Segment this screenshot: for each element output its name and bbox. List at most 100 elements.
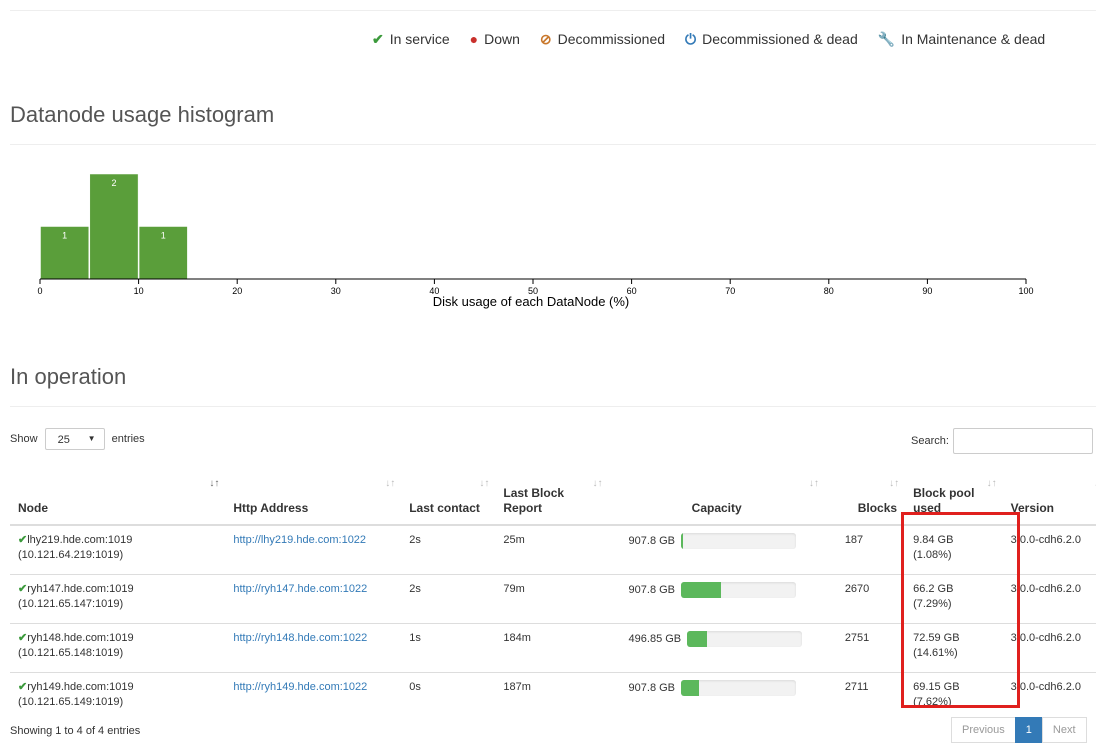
capacity-bar-fill (687, 630, 707, 647)
column-header-label: Http Address (233, 501, 309, 515)
status-legend: ✔ In service ● Down ⊘ Decommissioned ⏻ Decommis… (372, 31, 1045, 48)
showing-info: Showing 1 to 4 of 4 entries (10, 725, 141, 737)
prev-button[interactable]: Previous (951, 717, 1016, 743)
version: 3.0.0-cdh6.2.0 (1002, 573, 1096, 623)
column-header-last-block-report[interactable]: Last Block Report ↓↑ (495, 472, 609, 526)
http-address-link[interactable]: http://lhy219.hde.com:1022 (233, 534, 366, 546)
ban-circle-icon: ⊘ (539, 31, 552, 47)
capacity-bar-fill (681, 533, 684, 549)
sort-asc-icon: ↓↑ (209, 478, 220, 489)
x-tick-label: 10 (134, 286, 144, 296)
entries-value: 25 (57, 434, 70, 446)
capacity-value: 907.8 GB (628, 681, 676, 694)
node-name: ryh147.hde.com:1019 (27, 582, 134, 595)
last-contact: 2s (401, 524, 496, 574)
capacity-bar (687, 630, 803, 647)
capacity-bar-fill (681, 581, 722, 598)
last-contact: 2s (401, 573, 496, 623)
x-tick-label: 90 (922, 286, 932, 296)
http-address-link[interactable]: http://ryh149.hde.com:1022 (233, 681, 367, 693)
column-header-blocks[interactable]: Blocks ↓↑ (824, 472, 906, 526)
check-icon: ✔ (372, 31, 384, 47)
search-input[interactable] (952, 428, 1093, 454)
pagination: Previous 1 Next (951, 717, 1087, 743)
column-header-capacity[interactable]: Capacity ↓↑ (608, 472, 825, 526)
usage-histogram: 1210 10 20 30 40 50 60 70 80 90 100Disk usage of e… (37, 173, 1034, 309)
sort-icon: ↓↑ (889, 478, 900, 489)
capacity-cell: 496.85 GB (608, 622, 825, 672)
entries-control: Show 25 ▼ entries (10, 428, 145, 450)
capacity-value: 907.8 GB (628, 583, 676, 596)
power-icon: ⏻ (685, 31, 697, 47)
legend-label: In service (389, 31, 450, 47)
legend-item-decommissioned: ⊘ Decommissioned (540, 31, 665, 48)
node-cell: ✔ryh149.hde.com:1019 (10.121.65.149:1019) (10, 671, 226, 721)
table-row: ✔ryh149.hde.com:1019 (10.121.65.149:1019)… (10, 671, 1096, 721)
http-cell: http://ryh148.hde.com:1022 (225, 622, 402, 672)
last-block-report: 187m (495, 671, 609, 721)
http-cell: http://lhy219.hde.com:1022 (225, 524, 402, 574)
blocks: 187 (824, 524, 906, 574)
column-header-label: Node (18, 501, 48, 515)
node-cell: ✔ryh148.hde.com:1019 (10.121.65.148:1019) (10, 622, 226, 672)
next-button[interactable]: Next (1041, 717, 1087, 743)
node-cell: ✔ryh147.hde.com:1019 (10.121.65.147:1019) (10, 573, 226, 623)
datanode-table: Node ↓↑ Http Address ↓↑ Last contact ↓↑ Last B… (10, 472, 1096, 721)
entries-label: entries (111, 432, 145, 445)
column-header-label: Blocks (857, 501, 898, 515)
column-header-block-pool-used[interactable]: Block pool used ↓↑ (905, 472, 1003, 526)
table-row: ✔lhy219.hde.com:1019 (10.121.64.219:1019)… (10, 524, 1096, 574)
node-ip: (10.121.65.147:1019) (18, 597, 124, 610)
node-ip: (10.121.65.148:1019) (18, 646, 124, 659)
node-name: ryh148.hde.com:1019 (27, 631, 134, 644)
node-name: lhy219.hde.com:1019 (27, 534, 133, 546)
capacity-bar-fill (681, 679, 700, 696)
column-header-last-contact[interactable]: Last contact ↓↑ (401, 472, 496, 526)
x-tick-label: 0 (37, 286, 42, 296)
capacity-bar (681, 581, 797, 598)
block-pool-used: 66.2 GB (7.29%) (905, 573, 1003, 623)
entries-select[interactable]: 25 ▼ (44, 428, 105, 450)
sort-icon: ↓↑ (986, 478, 997, 489)
check-icon: ✔ (18, 582, 28, 595)
capacity-bar (681, 679, 797, 696)
last-block-report: 184m (495, 622, 609, 672)
http-cell: http://ryh149.hde.com:1022 (225, 671, 402, 721)
blocks: 2751 (824, 622, 906, 672)
http-address-link[interactable]: http://ryh148.hde.com:1022 (233, 632, 367, 644)
legend-item-in-service: ✔ In service (372, 31, 450, 48)
operation-title: In operation (10, 364, 127, 389)
block-pool-used: 69.15 GB (7.62%) (905, 671, 1003, 721)
http-cell: http://ryh147.hde.com:1022 (225, 573, 402, 623)
legend-item-in-maintenance-dead: 🔧 In Maintenance & dead (878, 31, 1045, 48)
legend-label: Down (484, 31, 520, 47)
version: 3.0.0-cdh6.2.0 (1002, 671, 1096, 721)
sort-icon: ↓↑ (385, 478, 396, 489)
legend-label: Decommissioned & dead (702, 31, 858, 47)
column-header-http-address[interactable]: Http Address ↓↑ (225, 472, 402, 526)
column-header-version[interactable]: Version↓↑ (1002, 472, 1096, 526)
table-row: ✔ryh148.hde.com:1019 (10.121.65.148:1019)… (10, 622, 1096, 672)
table-header-row: Node ↓↑ Http Address ↓↑ Last contact ↓↑ Last B… (10, 472, 1096, 526)
capacity-value: 496.85 GB (628, 632, 682, 645)
table-row: ✔ryh147.hde.com:1019 (10.121.65.147:1019)… (10, 573, 1096, 623)
caret-down-icon: ▼ (87, 434, 96, 443)
histogram-bar-label: 1 (62, 231, 67, 241)
legend-label: In Maintenance & dead (901, 31, 1046, 47)
histogram-bar (89, 173, 139, 280)
last-contact: 1s (401, 622, 496, 672)
page-1-button[interactable]: 1 (1014, 717, 1043, 743)
last-contact: 0s (401, 671, 496, 721)
sort-icon: ↓↑ (592, 478, 603, 489)
column-header-node[interactable]: Node ↓↑ (10, 472, 226, 526)
sort-icon: ↓↑ (808, 478, 819, 489)
node-ip: (10.121.65.149:1019) (18, 695, 124, 708)
x-tick-label: 30 (331, 286, 341, 296)
http-address-link[interactable]: http://ryh147.hde.com:1022 (233, 583, 367, 595)
blocks: 2670 (824, 573, 906, 623)
x-tick-label: 80 (824, 286, 834, 296)
x-tick-label: 70 (725, 286, 735, 296)
operation-divider (10, 406, 1096, 407)
last-block-report: 25m (495, 524, 609, 574)
histogram-bar-label: 1 (161, 231, 166, 241)
